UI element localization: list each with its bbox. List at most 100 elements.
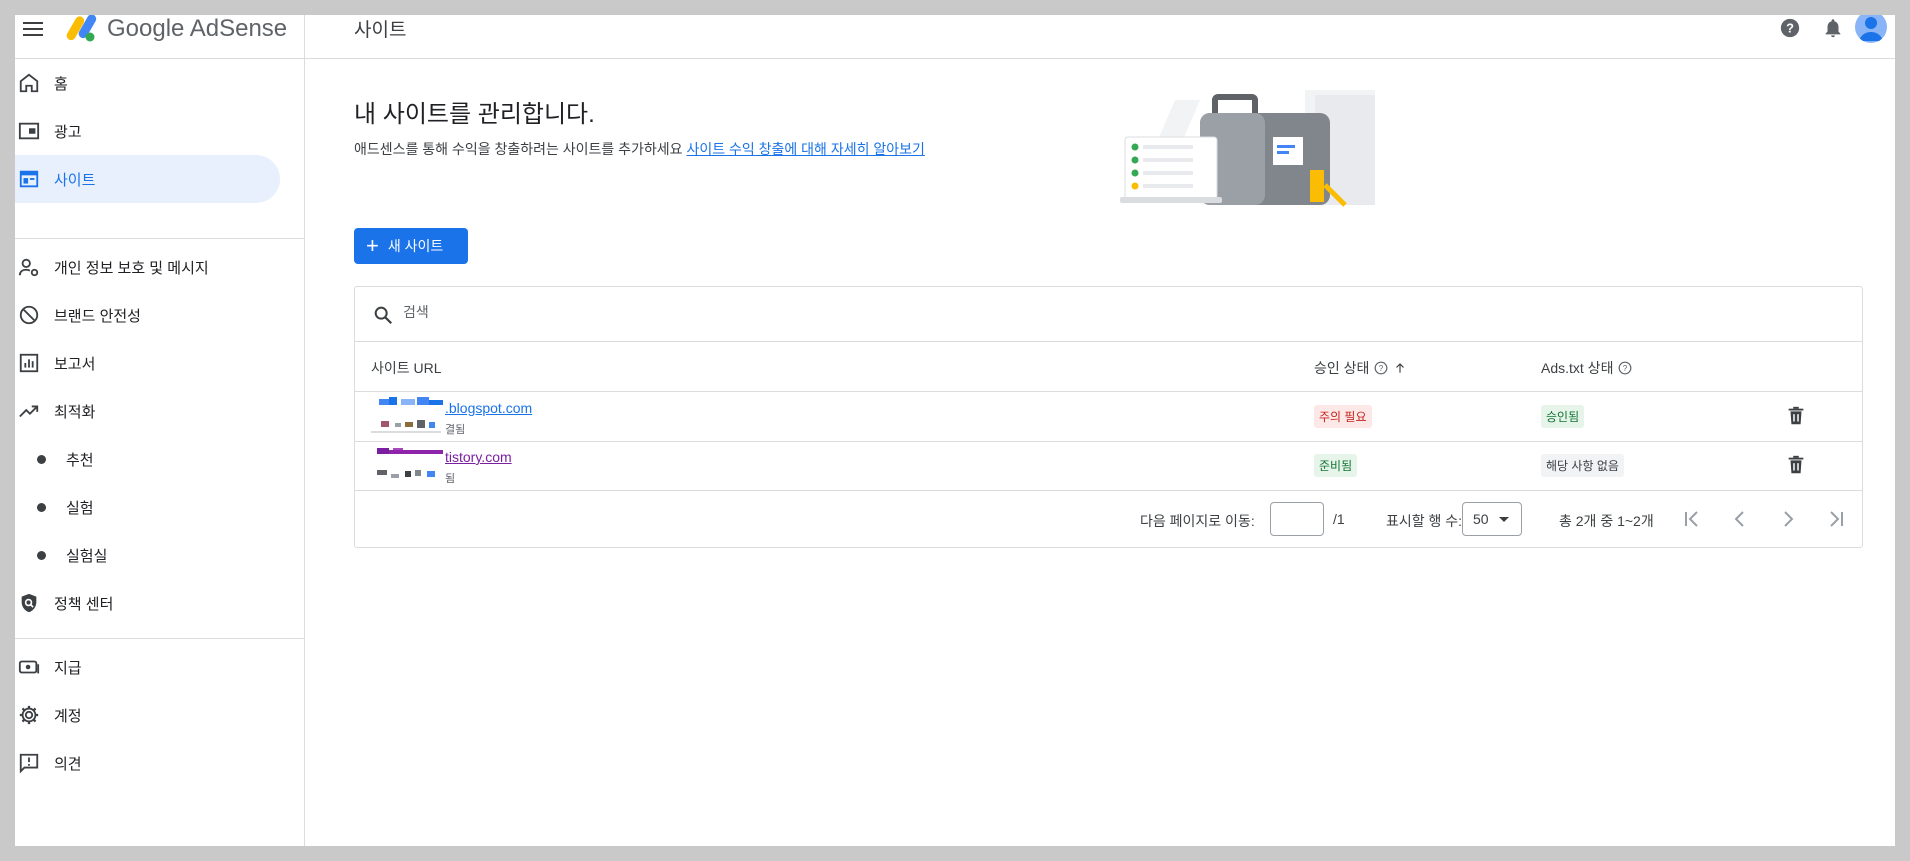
new-site-button[interactable]: + 새 사이트 (354, 228, 468, 264)
top-app-bar: Google AdSense 사이트 ? (15, 15, 1895, 59)
site-url-cell: tistory.com 됨 (371, 446, 531, 485)
sidebar-item-labs[interactable]: 실험실 (15, 531, 280, 579)
site-url-link[interactable]: .blogspot.com (445, 400, 532, 416)
sidebar-item-label: 브랜드 안전성 (54, 307, 141, 325)
policy-shield-icon (17, 591, 41, 615)
bullet-icon (37, 454, 46, 464)
sidebar-item-feedback[interactable]: 의견 (15, 739, 280, 787)
column-header-adstxt[interactable]: Ads.txt 상태 ? (1541, 358, 1632, 378)
pagination-range-text: 총 2개 중 1~2개 (1559, 513, 1654, 529)
main-menu-icon[interactable] (21, 18, 45, 42)
search-input[interactable] (401, 303, 1005, 321)
sites-heading: 내 사이트를 관리합니다. (354, 101, 595, 128)
svg-text:?: ? (1379, 364, 1384, 373)
approval-status-badge: 주의 필요 (1314, 405, 1372, 428)
sidebar-item-label: 추천 (66, 451, 94, 469)
sidebar-item-privacy-messaging[interactable]: 개인 정보 보호 및 메시지 (15, 243, 280, 291)
sidebar-item-account[interactable]: 계정 (15, 691, 280, 739)
sidebar-item-optimization[interactable]: 최적화 (15, 387, 280, 435)
adsense-app: Google AdSense 사이트 ? 홈 광고 사이트 개인 정보 보호 및… (15, 15, 1895, 846)
sidebar-item-home[interactable]: 홈 (15, 59, 280, 107)
adstxt-status-badge: 해당 사항 없음 (1541, 454, 1624, 477)
column-header-url[interactable]: 사이트 URL (371, 358, 442, 378)
sidebar-item-policy-center[interactable]: 정책 센터 (15, 579, 280, 627)
site-status-text: 결됨 (445, 424, 466, 436)
reports-icon (17, 351, 41, 375)
table-row: .blogspot.com 결됨 주의 필요 승인됨 (355, 392, 1862, 442)
column-header-approval[interactable]: 승인 상태 ? (1314, 358, 1407, 378)
ads-icon (17, 119, 41, 143)
sidebar-item-ads[interactable]: 광고 (15, 107, 280, 155)
first-page-icon[interactable] (1680, 507, 1704, 531)
sidebar-item-recommendations[interactable]: 추천 (15, 435, 280, 483)
last-page-icon[interactable] (1824, 507, 1848, 531)
total-pages-text: /1 (1333, 511, 1345, 527)
help-outline-icon[interactable]: ? (1374, 361, 1388, 375)
search-icon (374, 306, 393, 325)
sidebar-item-experiments[interactable]: 실험 (15, 483, 280, 531)
sidebar-item-label: 실험실 (66, 547, 108, 565)
adsense-logo-icon (66, 15, 97, 42)
header-divider (304, 15, 305, 58)
previous-page-icon[interactable] (1728, 507, 1752, 531)
sidebar-item-label: 사이트 (54, 171, 96, 189)
plus-icon: + (366, 233, 379, 258)
gear-icon (17, 703, 41, 727)
trending-up-icon (17, 399, 41, 423)
sidebar-item-label: 실험 (66, 499, 94, 517)
table-row: tistory.com 됨 준비됨 해당 사항 없음 (355, 441, 1862, 491)
sidebar: 홈 광고 사이트 개인 정보 보호 및 메시지 브랜드 안전성 보고서 최적화 … (15, 59, 305, 846)
redacted-site-name (377, 448, 443, 478)
sidebar-item-label: 보고서 (54, 355, 96, 373)
avatar-person-icon (1859, 17, 1883, 41)
app-name: Google AdSense (107, 15, 288, 42)
column-label: 승인 상태 (1314, 360, 1370, 376)
help-outline-icon[interactable]: ? (1618, 361, 1632, 375)
sidebar-item-label: 개인 정보 보호 및 메시지 (54, 259, 209, 277)
sidebar-item-label: 홈 (54, 75, 68, 93)
sidebar-item-label: 광고 (54, 123, 82, 141)
table-header: 사이트 URL 승인 상태 ? Ads.txt 상태 ? (355, 342, 1862, 392)
new-site-label: 새 사이트 (387, 238, 444, 254)
sidebar-item-brand-safety[interactable]: 브랜드 안전성 (15, 291, 280, 339)
delete-trash-icon[interactable] (1785, 454, 1807, 476)
search-bar (355, 287, 1862, 342)
bullet-icon (37, 502, 46, 512)
dropdown-caret-icon (1499, 517, 1509, 522)
sidebar-item-label: 의견 (54, 755, 82, 773)
sort-ascending-icon[interactable] (1393, 361, 1407, 375)
delete-trash-icon[interactable] (1785, 405, 1807, 427)
column-label: Ads.txt 상태 (1541, 360, 1614, 376)
sidebar-item-label: 지급 (54, 659, 82, 677)
svg-text:?: ? (1786, 21, 1794, 36)
pagination-bar: 다음 페이지로 이동: /1 표시할 행 수: 50 총 2개 중 1~2개 (355, 491, 1862, 547)
bullet-icon (37, 550, 46, 560)
goto-page-input[interactable] (1270, 502, 1324, 536)
learn-more-link[interactable]: 사이트 수익 창출에 대해 자세히 알아보기 (686, 141, 924, 157)
sidebar-item-reports[interactable]: 보고서 (15, 339, 280, 387)
sidebar-divider (15, 238, 304, 239)
goto-page-label: 다음 페이지로 이동: (1140, 513, 1255, 529)
description-text: 애드센스를 통해 수익을 창출하려는 사이트를 추가하세요 (354, 141, 687, 157)
redacted-site-name (371, 397, 443, 433)
notifications-bell-icon[interactable] (1822, 17, 1844, 39)
site-url-link[interactable]: tistory.com (445, 449, 512, 465)
rows-per-page-label: 표시할 행 수: (1386, 513, 1463, 529)
account-avatar[interactable] (1855, 15, 1887, 43)
help-icon[interactable]: ? (1779, 17, 1801, 39)
rows-per-page-select[interactable]: 50 (1462, 502, 1522, 536)
feedback-icon (17, 751, 41, 775)
privacy-messaging-icon (17, 255, 41, 279)
site-status-text: 됨 (445, 473, 456, 485)
sites-description: 애드센스를 통해 수익을 창출하려는 사이트를 추가하세요 사이트 수익 창출에… (354, 139, 925, 159)
sidebar-item-label: 정책 센터 (54, 595, 114, 613)
page-title: 사이트 (354, 20, 407, 41)
sidebar-item-payments[interactable]: 지급 (15, 643, 280, 691)
sites-icon (17, 167, 41, 191)
sidebar-item-label: 최적화 (54, 403, 96, 421)
svg-text:?: ? (1623, 364, 1628, 373)
home-icon (17, 71, 41, 95)
next-page-icon[interactable] (1776, 507, 1800, 531)
sidebar-item-sites[interactable]: 사이트 (15, 155, 280, 203)
approval-status-badge: 준비됨 (1314, 454, 1358, 477)
